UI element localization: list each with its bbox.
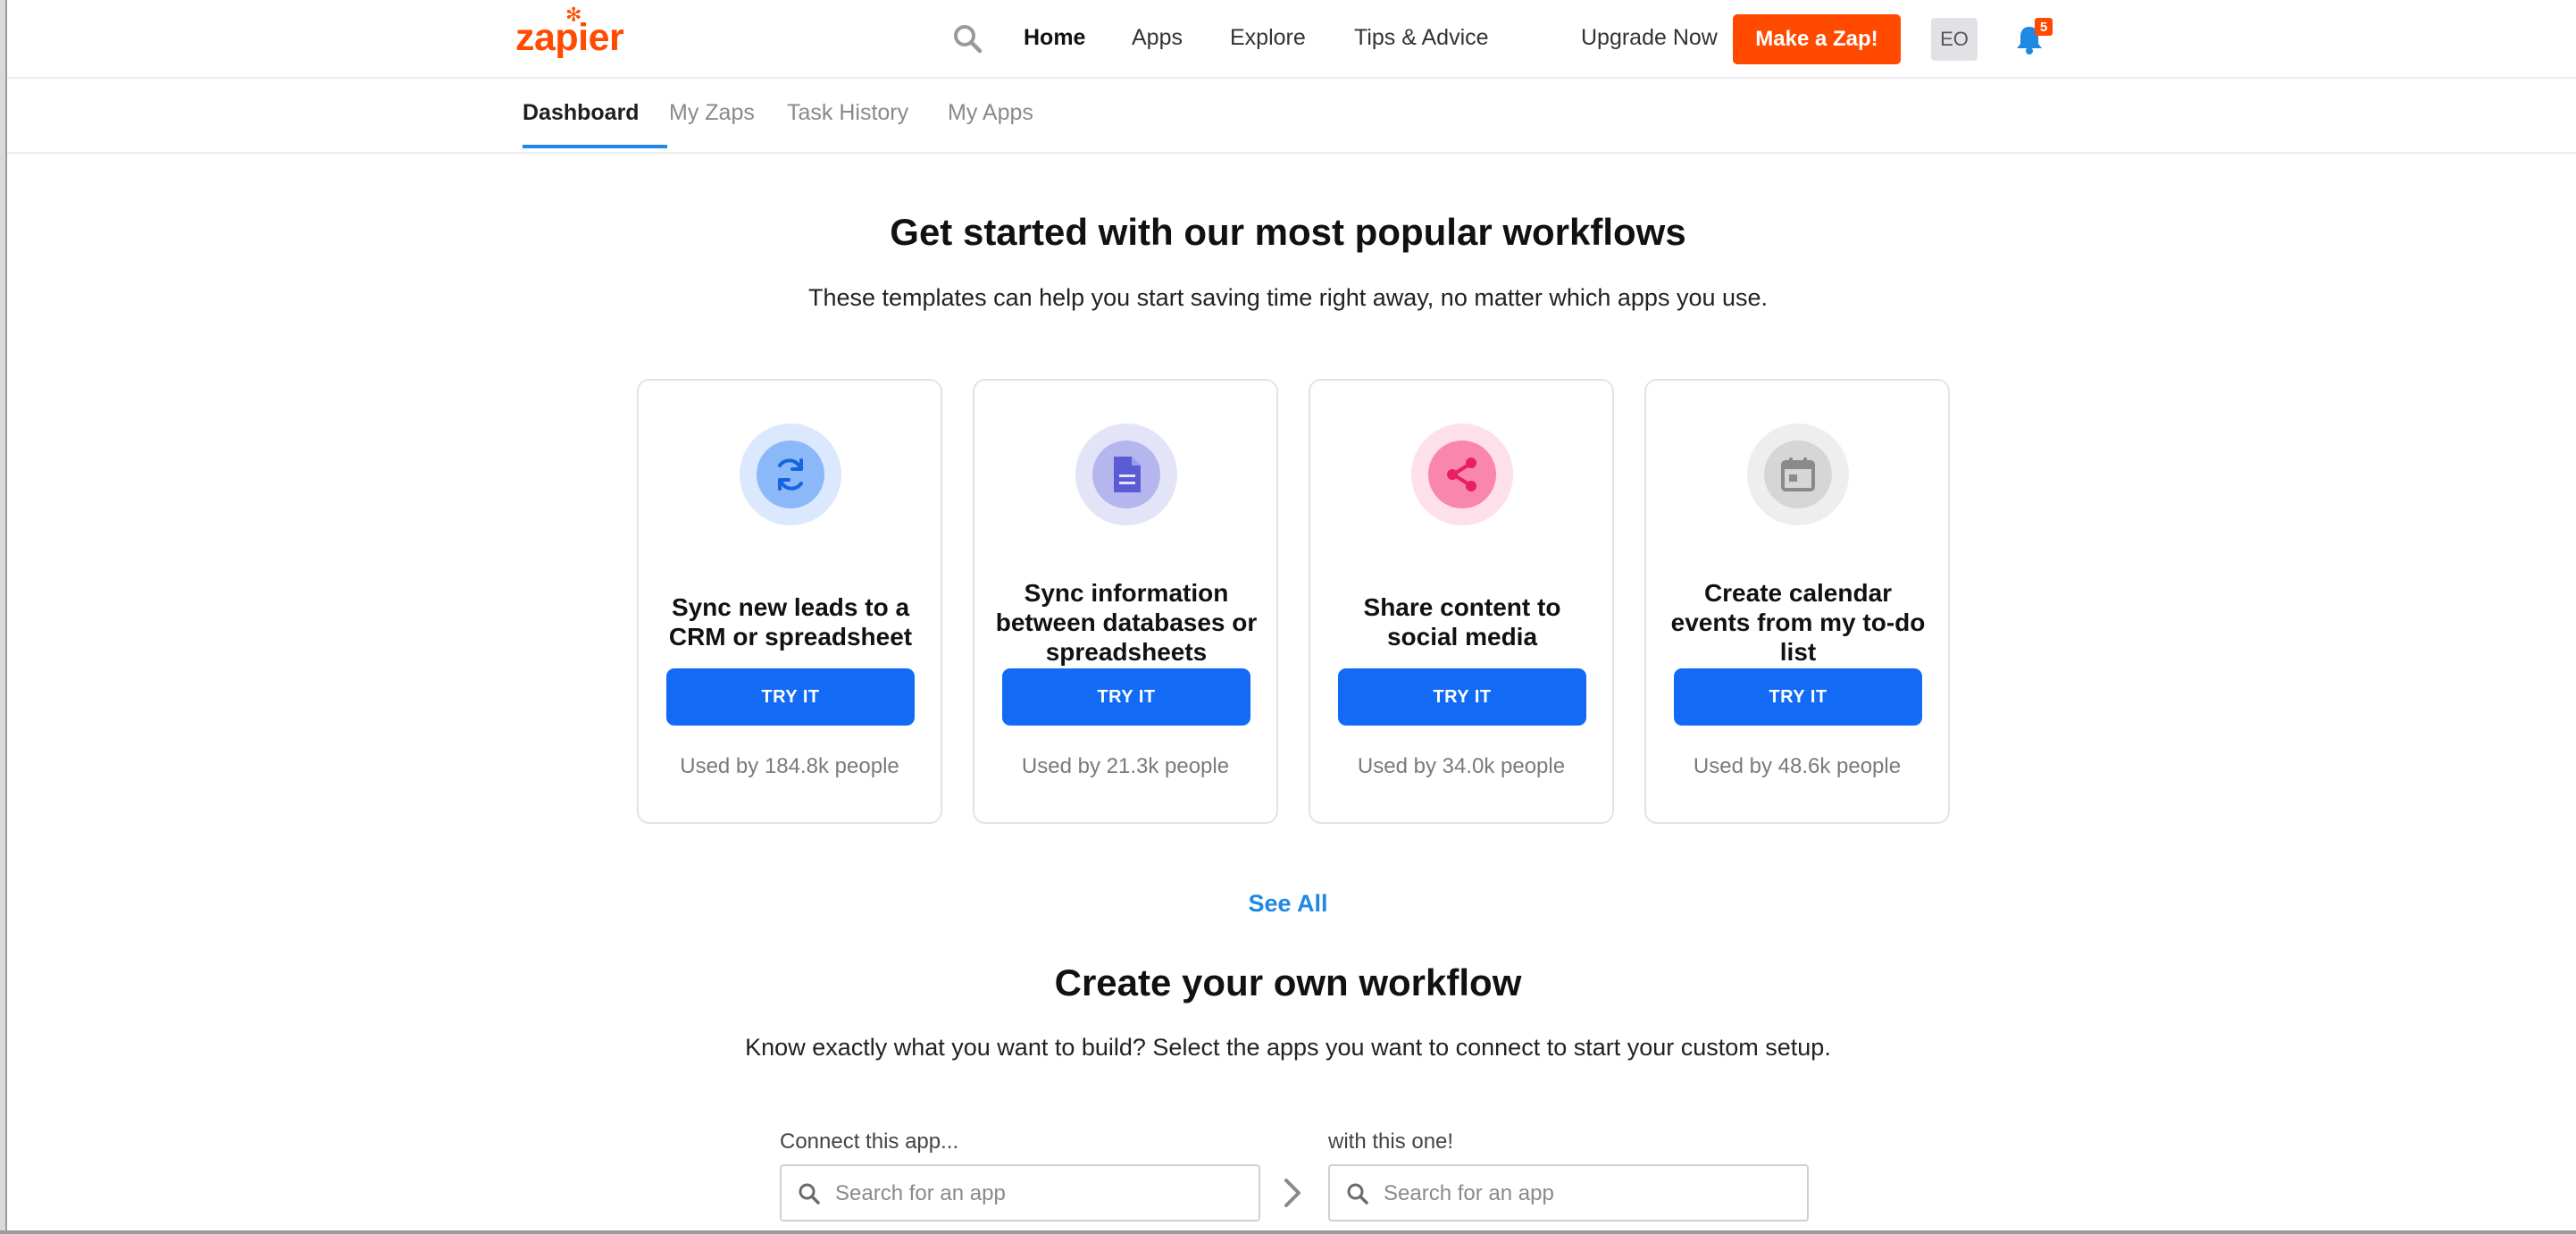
nav-home[interactable]: Home <box>1024 25 1085 51</box>
active-tab-indicator <box>523 145 667 148</box>
tab-my-zaps[interactable]: My Zaps <box>669 100 755 126</box>
try-it-button[interactable]: TRY IT <box>1674 668 1922 726</box>
tab-task-history[interactable]: Task History <box>787 100 908 126</box>
logo-star-icon: ✻ <box>565 4 581 26</box>
tab-dashboard[interactable]: Dashboard <box>523 100 640 126</box>
tab-my-apps[interactable]: My Apps <box>948 100 1033 126</box>
card-title: Share content to social media <box>1363 593 1561 651</box>
card-icon-circle <box>1075 424 1177 525</box>
usage-count: Used by 21.3k people <box>1021 754 1230 778</box>
custom-workflow-title: Create your own workflow <box>1054 961 1522 1003</box>
see-all-link[interactable]: See All <box>0 890 2576 918</box>
nav-tips-advice[interactable]: Tips & Advice <box>1354 25 1489 51</box>
card-title: Create calendar events from my to-do lis… <box>1670 578 1926 666</box>
search-icon <box>1347 1183 1368 1205</box>
custom-workflow-subtitle: Know exactly what you want to build? Sel… <box>745 1034 1831 1061</box>
usage-count: Used by 184.8k people <box>680 754 899 778</box>
nav-explore[interactable]: Explore <box>1230 25 1306 51</box>
card-icon-circle <box>1747 424 1849 525</box>
nav-apps[interactable]: Apps <box>1132 25 1183 51</box>
dashboard-subnav <box>7 79 2576 154</box>
card-title: Sync new leads to a CRM or spreadsheet <box>668 593 913 651</box>
card-icon-circle <box>740 424 841 525</box>
usage-count: Used by 34.0k people <box>1357 754 1566 778</box>
first-app-search <box>780 1164 1260 1221</box>
usage-count: Used by 48.6k people <box>1693 754 1902 778</box>
connect-app-label: Connect this app... <box>780 1129 959 1154</box>
calendar-icon <box>1781 458 1815 491</box>
first-app-search-input[interactable] <box>833 1175 1248 1213</box>
popular-workflows-title: Get started with our most popular workfl… <box>890 211 1686 253</box>
search-icon <box>799 1183 820 1205</box>
share-icon <box>1447 458 1476 491</box>
workflow-card: Create calendar events from my to-do lis… <box>1644 379 1950 824</box>
with-app-label: with this one! <box>1328 1129 1454 1154</box>
workflow-card: Sync information between databases or sp… <box>973 379 1278 824</box>
upgrade-now-link[interactable]: Upgrade Now <box>1581 25 1718 51</box>
make-a-zap-button[interactable]: Make a Zap! <box>1733 14 1901 64</box>
search-icon[interactable] <box>952 23 983 54</box>
popular-workflows-subtitle: These templates can help you start savin… <box>807 284 1769 311</box>
zapier-logo[interactable]: zapier ✻ <box>515 4 624 60</box>
try-it-button[interactable]: TRY IT <box>1002 668 1250 726</box>
window-frame-bottom <box>0 1230 2576 1234</box>
sync-icon <box>778 458 803 491</box>
avatar[interactable]: EO <box>1931 18 1978 61</box>
chevron-right-icon <box>1284 1179 1301 1207</box>
document-icon <box>1114 457 1141 492</box>
card-icon-circle <box>1411 424 1513 525</box>
card-title: Sync information between databases or sp… <box>995 578 1258 666</box>
workflow-card: Share content to social media TRY IT Use… <box>1309 379 1614 824</box>
try-it-button[interactable]: TRY IT <box>1338 668 1586 726</box>
notification-count-badge: 5 <box>2035 18 2053 36</box>
try-it-button[interactable]: TRY IT <box>666 668 915 726</box>
second-app-search <box>1328 1164 1809 1221</box>
second-app-search-input[interactable] <box>1382 1175 1796 1213</box>
workflow-card: Sync new leads to a CRM or spreadsheet T… <box>637 379 942 824</box>
